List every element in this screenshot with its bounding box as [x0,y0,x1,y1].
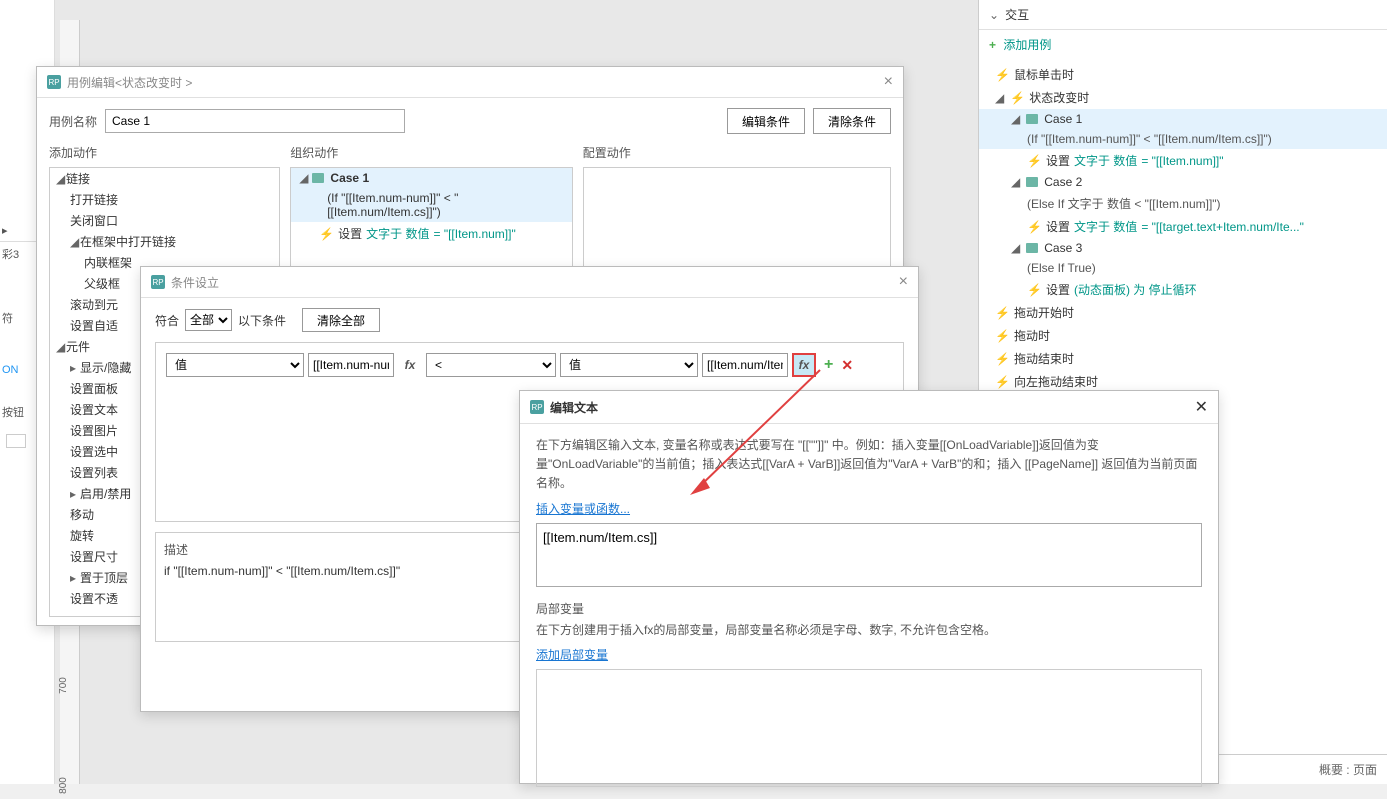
local-var-area [536,669,1202,787]
add-action-heading: 添加动作 [49,144,280,161]
local-var-hint: 在下方创建用于插入fx的局部变量，局部变量名称必须是字母、数字, 不允许包含空格… [536,621,1202,640]
match-label: 符合 [155,312,179,329]
clear-all-button[interactable]: 清除全部 [302,308,380,332]
right-type-select[interactable]: 值 [560,353,698,377]
event-icon: ⚡ [995,68,1010,82]
event-tree-item[interactable]: ◢Case 2 [979,172,1387,192]
rp-logo-icon: RP [47,75,61,89]
case-icon [1026,177,1038,187]
interactions-title: 交互 [1005,6,1029,23]
lightning-icon: ⚡ [1027,283,1042,297]
event-tree-item[interactable]: ⚡拖动结束时 [979,347,1387,370]
edit-text-title: 编辑文本 [550,399,598,416]
edit-condition-button[interactable]: 编辑条件 [727,108,805,134]
match-suffix: 以下条件 [238,312,286,329]
close-icon[interactable]: ✕ [1195,397,1208,417]
expression-textarea[interactable]: [[Item.num/Item.cs]] [536,523,1202,587]
close-icon[interactable]: × [884,73,893,91]
edit-text-hint: 在下方编辑区输入文本, 变量名称或表达式要写在 "[[""]]" 中。例如：插入… [536,436,1202,494]
case-editor-title: 用例编辑<状态改变时 > [67,74,192,91]
tree-item[interactable]: ◢在框架中打开链接 [50,231,279,252]
event-condition: (If "[[Item.num-num]]" < "[[Item.num/Ite… [979,129,1387,149]
tree-item[interactable]: 关闭窗口 [50,210,279,231]
tree-group-links[interactable]: ◢链接 [50,168,279,189]
edit-text-titlebar[interactable]: RP 编辑文本 ✕ [520,391,1218,424]
event-icon: ⚡ [995,306,1010,320]
event-action-item[interactable]: ⚡设置 文字于 数值 = "[[Item.num]]" [979,149,1387,172]
tree-item[interactable]: 打开链接 [50,189,279,210]
fx-button-left[interactable]: fx [398,353,422,377]
match-select[interactable]: 全部 [185,309,232,331]
event-icon: ⚡ [995,329,1010,343]
case-name-label: 用例名称 [49,113,97,130]
right-value-input[interactable] [702,353,788,377]
event-action-item[interactable]: ⚡设置 文字于 数值 = "[[target.text+Item.num/Ite… [979,215,1387,238]
left-type-select[interactable]: 值 [166,353,304,377]
interactions-header[interactable]: ⌄ 交互 [979,0,1387,30]
configure-action-heading: 配置动作 [583,144,891,161]
case-condition-line: (If "[[Item.num-num]]" < "[[Item.num/Ite… [291,188,572,222]
delete-condition-icon[interactable]: ✕ [841,357,853,374]
add-local-var-link[interactable]: 添加局部变量 [536,648,608,662]
operator-select[interactable]: < [426,353,556,377]
condition-dialog-titlebar[interactable]: RP 条件设立 × [141,267,918,298]
rp-logo-icon: RP [530,400,544,414]
event-icon: ⚡ [1010,91,1025,105]
rp-logo-icon: RP [151,275,165,289]
event-tree-item[interactable]: ◢Case 1 [979,109,1387,129]
event-tree-item[interactable]: ◢⚡状态改变时 [979,86,1387,109]
plus-icon: + [989,38,996,52]
close-icon[interactable]: × [899,273,908,291]
edit-text-dialog: RP 编辑文本 ✕ 在下方编辑区输入文本, 变量名称或表达式要写在 "[[""]… [519,390,1219,784]
event-tree-item[interactable]: ⚡拖动时 [979,324,1387,347]
case-icon [1026,243,1038,253]
insert-variable-link[interactable]: 插入变量或函数... [536,502,630,516]
event-tree-item[interactable]: ◢Case 3 [979,238,1387,258]
event-tree-item[interactable]: ⚡鼠标单击时 [979,63,1387,86]
event-icon: ⚡ [995,352,1010,366]
organize-action-heading: 组织动作 [290,144,573,161]
case-editor-titlebar[interactable]: RP 用例编辑<状态改变时 > × [37,67,903,98]
case-name-input[interactable] [105,109,405,133]
case-icon [312,173,324,183]
case-icon [1026,114,1038,124]
add-case-row[interactable]: + 添加用例 [979,30,1387,59]
event-tree-item[interactable]: ⚡拖动开始时 [979,301,1387,324]
left-value-input[interactable] [308,353,394,377]
lightning-icon: ⚡ [319,227,334,241]
case-action-line[interactable]: ⚡ 设置 文字于 数值 = "[[Item.num]]" [291,222,572,245]
fx-button-right[interactable]: fx [792,353,816,377]
lightning-icon: ⚡ [1027,154,1042,168]
condition-dialog-title: 条件设立 [171,274,219,291]
lightning-icon: ⚡ [1027,220,1042,234]
event-icon: ⚡ [995,375,1010,389]
case-node[interactable]: ◢ Case 1 [291,168,572,188]
condition-row: 值 fx < 值 fx + ✕ [166,353,893,377]
event-condition: (Else If True) [979,258,1387,278]
local-var-label: 局部变量 [536,600,1202,617]
events-tree[interactable]: ⚡鼠标单击时◢⚡状态改变时◢Case 1(If "[[Item.num-num]… [979,59,1387,397]
collapse-icon[interactable]: ⌄ [989,8,999,22]
clear-condition-button[interactable]: 清除条件 [813,108,891,134]
event-action-item[interactable]: ⚡设置 (动态面板) 为 停止循环 [979,278,1387,301]
add-condition-icon[interactable]: + [824,356,833,374]
add-case-link[interactable]: 添加用例 [1003,38,1051,52]
event-condition: (Else If 文字于 数值 < "[[Item.num]]") [979,192,1387,215]
